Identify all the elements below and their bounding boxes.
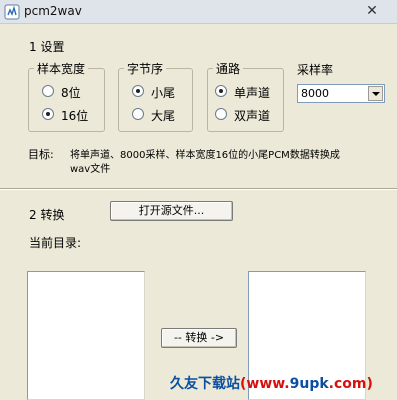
radio-8bit-label[interactable]: 8位 — [61, 84, 81, 101]
convert-button[interactable]: -- 转换 -> — [161, 328, 237, 348]
source-file-list[interactable] — [27, 271, 145, 400]
title-bar[interactable]: pcm2wav ✕ — [0, 0, 397, 24]
channel-legend: 通路 — [216, 62, 241, 76]
watermark-url-prefix: (www. — [240, 376, 290, 392]
radio-8bit-button[interactable] — [42, 85, 54, 97]
section-divider — [0, 188, 397, 190]
convert-section-label: 2 转换 — [29, 208, 65, 222]
byte-order-legend: 字节序 — [127, 62, 164, 76]
chevron-down-icon[interactable] — [368, 86, 383, 101]
watermark-site-name: 久友下载站 — [170, 376, 240, 392]
target-description-line2: wav文件 — [70, 164, 111, 175]
open-source-file-button[interactable]: 打开源文件... — [110, 201, 233, 221]
app-window: pcm2wav ✕ 1 设置 样本宽度 8位 16位 字节序 小尾 大尾 通路 … — [0, 0, 397, 400]
watermark: 久友下载站(www.9upk.com) — [170, 373, 373, 393]
target-description-line1: 将单声道、8000采样、样本宽度16位的小尾PCM数据转换成 — [70, 150, 340, 161]
radio-little-endian-button[interactable] — [132, 85, 144, 97]
window-title: pcm2wav — [24, 4, 82, 18]
radio-16bit-button[interactable] — [42, 108, 54, 120]
sample-rate-label: 采样率 — [297, 63, 334, 77]
radio-big-endian-label[interactable]: 大尾 — [151, 107, 175, 124]
watermark-url-domain: 9upk — [289, 376, 329, 392]
watermark-url-suffix: .com) — [328, 376, 373, 392]
radio-16bit-label[interactable]: 16位 — [61, 107, 88, 124]
close-icon[interactable]: ✕ — [361, 2, 383, 20]
radio-big-endian-button[interactable] — [132, 108, 144, 120]
sample-rate-select[interactable]: 8000 — [297, 84, 385, 103]
radio-stereo-label[interactable]: 双声道 — [234, 107, 270, 124]
radio-mono-button[interactable] — [215, 85, 227, 97]
sample-width-legend: 样本宽度 — [37, 62, 86, 76]
app-icon — [4, 4, 20, 20]
settings-section-label: 1 设置 — [29, 40, 65, 54]
target-label: 目标: — [28, 148, 54, 161]
radio-stereo-button[interactable] — [215, 108, 227, 120]
current-dir-label: 当前目录: — [29, 236, 82, 250]
radio-little-endian-label[interactable]: 小尾 — [151, 84, 175, 101]
sample-rate-value: 8000 — [301, 87, 329, 100]
radio-mono-label[interactable]: 单声道 — [234, 84, 270, 101]
